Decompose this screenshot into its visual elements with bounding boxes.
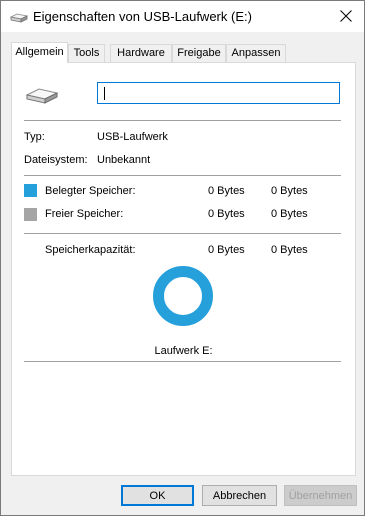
separator (24, 120, 341, 121)
free-space-size: 0 Bytes (271, 208, 308, 220)
drive-letter-label: Laufwerk E: (154, 345, 213, 357)
apply-button[interactable]: Übernehmen (284, 485, 357, 506)
tab-tools[interactable]: Tools (68, 44, 105, 62)
usb-drive-icon (9, 11, 29, 23)
tab-allgemein[interactable]: Allgemein (11, 42, 68, 63)
drive-name-input[interactable] (97, 82, 340, 104)
filesystem-value: Unbekannt (97, 154, 151, 166)
title-bar: Eigenschaften von USB-Laufwerk (E:) (1, 1, 364, 32)
cancel-button[interactable]: Abbrechen (202, 485, 277, 506)
capacity-size: 0 Bytes (271, 244, 308, 256)
free-space-label: Freier Speicher: (45, 208, 124, 220)
capacity-donut-chart (153, 266, 213, 326)
used-space-bytes: 0 Bytes (208, 185, 245, 197)
close-button[interactable] (328, 1, 364, 32)
properties-dialog: Eigenschaften von USB-Laufwerk (E:) Allg… (0, 0, 365, 516)
free-space-bytes: 0 Bytes (208, 208, 245, 220)
used-space-swatch (24, 184, 37, 197)
usb-drive-icon (25, 85, 59, 108)
free-space-swatch (24, 208, 37, 221)
used-space-label: Belegter Speicher: (45, 185, 136, 197)
separator (24, 361, 341, 362)
tab-anpassen[interactable]: Anpassen (226, 44, 286, 62)
window-title: Eigenschaften von USB-Laufwerk (E:) (33, 9, 252, 24)
general-tab-panel: Typ: USB-Laufwerk Dateisystem: Unbekannt… (11, 62, 356, 476)
type-value: USB-Laufwerk (97, 131, 168, 143)
ok-button[interactable]: OK (121, 485, 194, 506)
type-label: Typ: (24, 131, 45, 143)
text-caret (104, 87, 105, 100)
capacity-label: Speicherkapazität: (45, 244, 136, 256)
tab-freigabe[interactable]: Freigabe (172, 44, 226, 62)
used-space-size: 0 Bytes (271, 185, 308, 197)
close-icon (340, 10, 352, 22)
tab-hardware[interactable]: Hardware (110, 44, 172, 62)
capacity-bytes: 0 Bytes (208, 244, 245, 256)
separator (24, 175, 341, 176)
separator (24, 233, 341, 234)
filesystem-label: Dateisystem: (24, 154, 88, 166)
